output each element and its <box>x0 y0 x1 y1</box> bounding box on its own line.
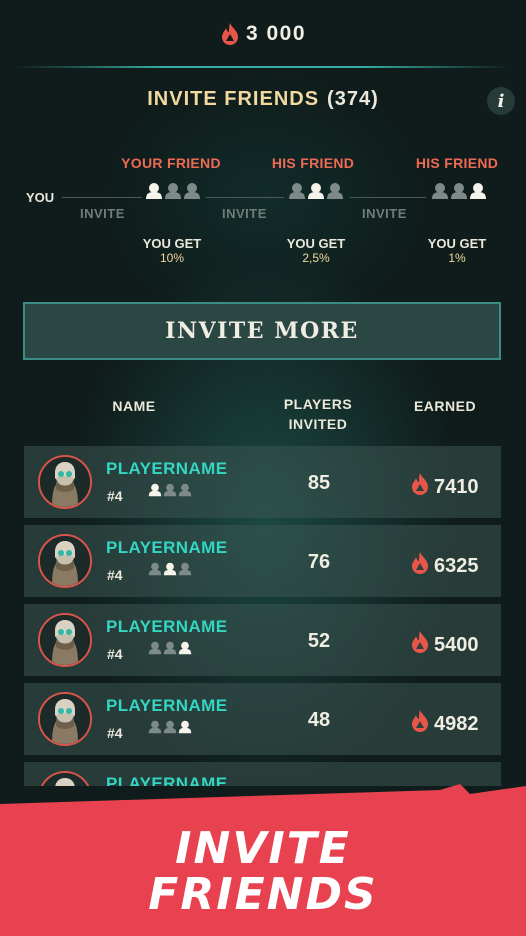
tier-3-reward: YOU GET 1% <box>397 236 517 266</box>
player-head-icon <box>469 182 487 205</box>
player-head-icon <box>164 182 182 205</box>
player-name: PLAYERNAME <box>106 696 228 715</box>
avatar <box>38 534 92 588</box>
player-rank: #4 <box>107 488 123 504</box>
reward-percent: 2,5% <box>302 251 330 265</box>
tier-3-players-icon <box>431 182 487 205</box>
column-header-earned: EARNED <box>413 398 477 414</box>
players-invited-count: 52 <box>307 630 331 652</box>
avatar <box>38 613 92 667</box>
flame-icon <box>410 472 430 502</box>
player-head-icon <box>163 562 177 581</box>
player-head-icon <box>163 641 177 660</box>
player-rank: #4 <box>107 646 123 662</box>
invite-connector-1 <box>62 197 142 198</box>
player-head-icon <box>307 182 325 205</box>
you-get-label: YOU GET <box>427 236 487 251</box>
table-row[interactable]: PLAYERNAME #4 76 6325 <box>24 525 501 597</box>
reward-percent: 1% <box>448 251 466 265</box>
you-label: YOU <box>26 190 55 205</box>
tier-1-players-icon <box>145 182 201 205</box>
invite-label-2: INVITE <box>222 206 267 221</box>
earned-value: 5400 <box>434 633 479 656</box>
you-get-label: YOU GET <box>142 236 202 251</box>
flame-icon <box>410 709 430 739</box>
column-header-name: NAME <box>112 398 156 414</box>
table-row-partial[interactable]: PLAYERNAME <box>24 762 501 786</box>
player-head-icon <box>178 641 192 660</box>
page-title: INVITE FRIENDS (374) <box>0 88 526 111</box>
players-invited-count: 76 <box>307 551 331 573</box>
table-row[interactable]: PLAYERNAME #4 48 4982 <box>24 683 501 755</box>
currency-amount: 3 000 <box>245 22 307 45</box>
tier-players-icon <box>148 483 192 502</box>
earned-amount: 4982 <box>410 709 479 739</box>
player-head-icon <box>148 641 162 660</box>
player-name: PLAYERNAME <box>106 617 228 636</box>
player-head-icon <box>145 182 163 205</box>
header-line: PLAYERS <box>283 396 353 412</box>
player-rank: #4 <box>107 567 123 583</box>
player-name: PLAYERNAME <box>106 459 228 478</box>
player-head-icon <box>288 182 306 205</box>
flame-icon <box>221 23 238 45</box>
promo-line-2: FRIENDS <box>148 869 378 920</box>
player-head-icon <box>178 562 192 581</box>
player-head-icon <box>148 483 162 502</box>
invite-connector-2 <box>206 197 284 198</box>
you-get-label: YOU GET <box>286 236 346 251</box>
tier-players-icon <box>148 641 192 660</box>
tier-3-title: HIS FRIEND <box>415 155 499 171</box>
invite-count: (374) <box>327 88 379 110</box>
player-rank: #4 <box>107 725 123 741</box>
table-row[interactable]: PLAYERNAME #4 52 5400 <box>24 604 501 676</box>
tier-players-icon <box>148 720 192 739</box>
earned-value: 7410 <box>434 475 479 498</box>
promo-banner-text: INVITE FRIENDS <box>0 826 526 918</box>
invite-more-button[interactable]: INVITE MORE <box>23 302 501 360</box>
player-head-icon <box>450 182 468 205</box>
promo-line-1: INVITE <box>175 823 351 874</box>
table-row[interactable]: PLAYERNAME #4 85 7410 <box>24 446 501 518</box>
players-invited-count: 85 <box>307 472 331 494</box>
invite-label-1: INVITE <box>80 206 125 221</box>
player-head-icon <box>326 182 344 205</box>
player-head-icon <box>148 562 162 581</box>
player-head-icon <box>163 720 177 739</box>
player-head-icon <box>183 182 201 205</box>
earned-value: 4982 <box>434 712 479 735</box>
avatar <box>38 692 92 746</box>
invite-connector-3 <box>350 197 426 198</box>
top-divider <box>15 66 511 68</box>
tier-1-title: YOUR FRIEND <box>121 155 221 171</box>
player-head-icon <box>178 483 192 502</box>
header-line: INVITED <box>288 416 348 432</box>
flame-icon <box>410 630 430 660</box>
player-head-icon <box>178 720 192 739</box>
invite-friends-title: INVITE FRIENDS <box>147 88 320 110</box>
earned-value: 6325 <box>434 554 479 577</box>
earned-amount: 5400 <box>410 630 479 660</box>
tier-2-title: HIS FRIEND <box>271 155 355 171</box>
info-icon: i <box>497 90 505 112</box>
tier-1-reward: YOU GET 10% <box>112 236 232 266</box>
tier-2-reward: YOU GET 2,5% <box>256 236 376 266</box>
player-head-icon <box>431 182 449 205</box>
tier-2-players-icon <box>288 182 344 205</box>
player-name: PLAYERNAME <box>106 538 228 557</box>
column-header-players-invited: PLAYERS INVITED <box>270 394 366 434</box>
info-button[interactable]: i <box>487 87 515 115</box>
player-head-icon <box>163 483 177 502</box>
player-head-icon <box>148 720 162 739</box>
invite-label-3: INVITE <box>362 206 407 221</box>
flame-icon <box>410 551 430 581</box>
earned-amount: 7410 <box>410 472 479 502</box>
avatar <box>38 455 92 509</box>
currency-display: 3 000 <box>0 22 526 46</box>
players-invited-count: 48 <box>307 709 331 731</box>
earned-amount: 6325 <box>410 551 479 581</box>
table-row: PLAYERNAME <box>24 762 501 786</box>
reward-percent: 10% <box>159 251 185 265</box>
tier-players-icon <box>148 562 192 581</box>
